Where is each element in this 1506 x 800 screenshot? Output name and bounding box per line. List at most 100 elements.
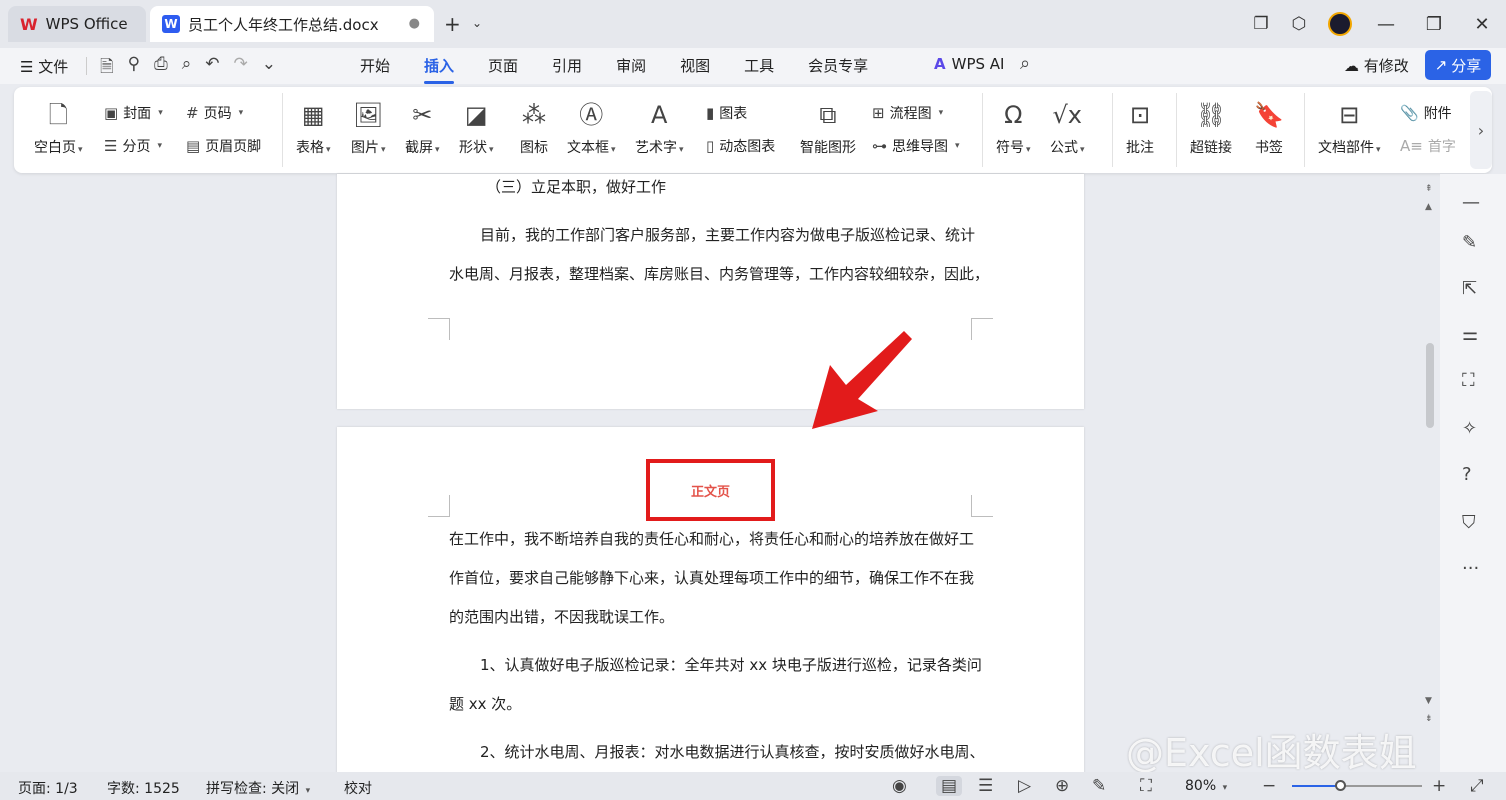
scroll-down-icon[interactable]: ▼: [1425, 696, 1432, 706]
chart-icon: ▮: [706, 104, 715, 122]
redo-icon[interactable]: ↷: [234, 54, 248, 83]
shirt-icon[interactable]: ⛉: [1462, 512, 1476, 533]
drop-cap-icon: A≡: [1400, 137, 1423, 155]
share-button[interactable]: ↗ 分享: [1425, 50, 1491, 80]
fit-page-icon[interactable]: ⛶: [1140, 776, 1152, 796]
minimize-icon[interactable]: —: [1362, 14, 1410, 35]
bookmark-label: 书签: [1254, 140, 1283, 156]
icon-library-button[interactable]: ⁂ 图标: [520, 97, 548, 157]
zoom-slider-handle[interactable]: [1335, 780, 1346, 791]
scroll-bottom-icon[interactable]: ⇟: [1425, 714, 1433, 724]
page-break-button[interactable]: ☰ 分页 ▾: [104, 136, 162, 156]
header-footer-label: 页眉页脚: [205, 139, 262, 155]
page-view-icon[interactable]: ▤: [936, 776, 963, 796]
scroll-top-icon[interactable]: ⇞: [1425, 184, 1433, 194]
doc-parts-button[interactable]: ⊟ 文档部件 ▾: [1318, 97, 1381, 157]
document-page-1[interactable]: （三）立足本职，做好工作 目前，我的工作部门客户服务部，主要工作内容为做电子版巡…: [337, 174, 1084, 409]
wps-ai-button[interactable]: A WPS AI: [934, 55, 1004, 73]
tools-icon[interactable]: ✧: [1462, 418, 1477, 439]
avatar[interactable]: [1328, 12, 1352, 36]
more-chevron-icon[interactable]: ⌄: [262, 54, 276, 83]
chart-button[interactable]: ▮ 图表: [706, 103, 747, 123]
dynamic-chart-icon: ▯: [706, 137, 715, 155]
cube-icon[interactable]: ⬡: [1280, 14, 1318, 34]
more-icon[interactable]: ···: [1462, 558, 1479, 579]
smart-graphic-label: 智能图形: [800, 140, 856, 156]
tab-tools[interactable]: 工具: [744, 55, 774, 76]
zoom-out-icon[interactable]: −: [1262, 776, 1276, 796]
shape-button[interactable]: ◪ 形状 ▾: [459, 97, 494, 157]
close-icon[interactable]: ✕: [1458, 14, 1506, 35]
new-tab-button[interactable]: +: [444, 12, 461, 36]
text-box-button[interactable]: Ⓐ 文本框 ▾: [567, 97, 616, 157]
annotate-pen-icon[interactable]: ✎: [1092, 776, 1106, 796]
print-preview-icon[interactable]: ⌕: [182, 54, 192, 83]
proofread-button[interactable]: 校对: [344, 778, 372, 798]
adjust-sliders-icon[interactable]: ⚌: [1462, 324, 1478, 345]
section-heading: （三）立足本职，做好工作: [486, 178, 667, 196]
page-indicator[interactable]: 页面: 1/3: [18, 778, 78, 798]
tab-home[interactable]: 开始: [360, 55, 390, 76]
paragraph-line: 在工作中，我不断培养自我的责任心和耐心，将责任心和耐心的培养放在做好工: [449, 530, 975, 548]
drop-cap-button[interactable]: A≡ 首字: [1400, 136, 1456, 156]
undo-icon[interactable]: ↶: [205, 54, 219, 83]
unsaved-indicator[interactable]: ●: [409, 16, 420, 31]
file-menu[interactable]: ☰ 文件: [20, 56, 68, 77]
scroll-up-icon[interactable]: ▲: [1425, 202, 1432, 212]
tab-references[interactable]: 引用: [552, 55, 582, 76]
help-icon[interactable]: ?: [1462, 464, 1472, 485]
cover-button[interactable]: ▣ 封面 ▾: [104, 103, 163, 123]
print-icon[interactable]: ⎙: [154, 54, 168, 83]
spell-check-toggle[interactable]: 拼写检查: 关闭 ▾: [206, 778, 310, 798]
header-footer-button[interactable]: ▤ 页眉页脚: [186, 136, 261, 156]
bookmark-button[interactable]: 🔖 书签: [1254, 97, 1284, 157]
outline-view-icon[interactable]: ☰: [978, 776, 993, 796]
tab-document[interactable]: W 员工个人年终工作总结.docx ●: [150, 6, 434, 42]
picture-button[interactable]: 🖼 图片 ▾: [351, 97, 386, 157]
flowchart-button[interactable]: ⊞ 流程图 ▾: [872, 103, 943, 123]
tab-insert[interactable]: 插入: [424, 55, 455, 84]
screenshot-button[interactable]: ✂ 截屏 ▾: [405, 97, 440, 157]
tab-review[interactable]: 审阅: [616, 55, 646, 76]
tab-page[interactable]: 页面: [488, 55, 518, 76]
modified-status[interactable]: ☁ 有修改: [1344, 55, 1409, 76]
word-art-button[interactable]: A 艺术字 ▾: [635, 97, 684, 157]
symbol-button[interactable]: Ω 符号 ▾: [996, 97, 1031, 157]
search-icon[interactable]: ⌕: [1020, 53, 1030, 74]
margin-corner-mark: [971, 318, 993, 340]
format-painter-icon[interactable]: ⚲: [128, 54, 140, 83]
formula-button[interactable]: √x 公式 ▾: [1050, 97, 1085, 157]
tab-wps-office[interactable]: W WPS Office: [8, 6, 146, 42]
tab-view[interactable]: 视图: [680, 55, 710, 76]
dynamic-chart-button[interactable]: ▯ 动态图表: [706, 136, 775, 156]
select-cursor-icon[interactable]: ⇱: [1462, 278, 1477, 299]
page-number-button[interactable]: # 页码 ▾: [186, 103, 243, 123]
table-button[interactable]: ▦ 表格 ▾: [296, 97, 331, 157]
zoom-in-icon[interactable]: +: [1432, 776, 1446, 796]
fullscreen-icon[interactable]: ⤢: [1470, 776, 1484, 796]
attachment-button[interactable]: 📎 附件: [1400, 103, 1452, 123]
scrollbar-thumb[interactable]: [1426, 343, 1434, 428]
smart-graphic-button[interactable]: ⧉ 智能图形: [800, 97, 856, 157]
word-count[interactable]: 字数: 1525: [107, 778, 180, 798]
maximize-icon[interactable]: ❐: [1410, 14, 1458, 35]
header-footer-icon: ▤: [186, 137, 201, 155]
blank-page-button[interactable]: 🗋 空白页 ▾: [34, 97, 83, 157]
zoom-level[interactable]: 80% ▾: [1185, 778, 1227, 794]
comment-button[interactable]: ⊡ 批注: [1126, 97, 1154, 157]
symbol-label: 符号: [996, 140, 1024, 156]
image-edit-icon[interactable]: ⛶: [1462, 370, 1475, 391]
tab-member[interactable]: 会员专享: [808, 55, 868, 76]
mind-map-button[interactable]: ⊶ 思维导图 ▾: [872, 136, 960, 156]
web-view-icon[interactable]: ⊕: [1055, 776, 1069, 796]
ribbon-scroll-right-icon[interactable]: ›: [1470, 91, 1492, 169]
window-mode-icon[interactable]: ❐: [1242, 14, 1280, 34]
tab-list-chevron-icon[interactable]: ⌄: [472, 16, 482, 30]
play-icon[interactable]: ▷: [1018, 776, 1031, 796]
save-icon[interactable]: 🗎: [100, 54, 114, 83]
pen-icon[interactable]: ✎: [1462, 232, 1477, 253]
hyperlink-button[interactable]: ⛓ 超链接: [1190, 97, 1232, 157]
collapse-panel-icon[interactable]: —: [1462, 192, 1480, 213]
eye-icon[interactable]: ◉: [892, 776, 907, 796]
vertical-scrollbar[interactable]: [1422, 180, 1438, 740]
